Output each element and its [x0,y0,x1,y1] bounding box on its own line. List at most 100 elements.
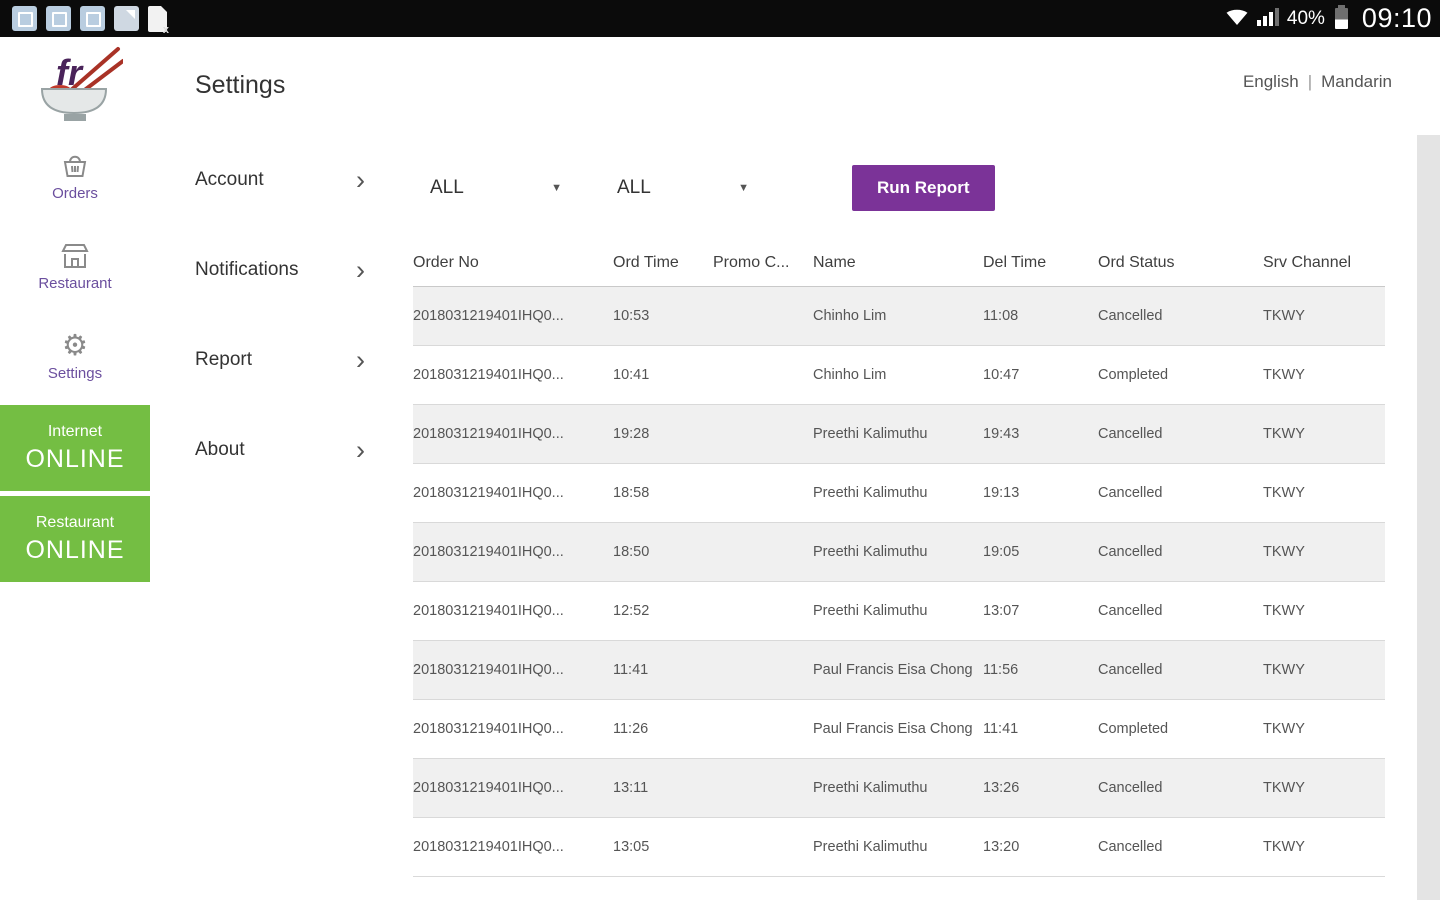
table-row[interactable]: 2018031219401IHQ0... 18:58 Preethi Kalim… [413,464,1385,523]
cell-srv-channel: TKWY [1263,661,1385,680]
status-title: Restaurant [36,514,114,532]
filter-dropdown-2[interactable]: ALL ▼ [617,165,749,211]
cell-ord-status: Cancelled [1098,484,1263,503]
table-row[interactable]: 2018031219401IHQ0... 13:11 Preethi Kalim… [413,759,1385,818]
col-promo-code: Promo C... [713,253,813,274]
cell-order-no: 2018031219401IHQ0... [413,484,613,503]
cell-ord-time: 12:52 [613,602,713,621]
cell-order-no: 2018031219401IHQ0... [413,307,613,326]
col-del-time: Del Time [983,253,1098,274]
filter-value: ALL [617,177,651,199]
sidebar-item-settings[interactable]: ⚙ Settings [0,329,150,385]
app-logo[interactable]: fr [0,45,150,135]
cell-name: Preethi Kalimuthu [813,602,983,621]
cell-srv-channel: TKWY [1263,307,1385,326]
status-bar-system: 40% 09:10 [1225,3,1432,34]
settings-gear-icon: ⚙ [0,329,150,363]
col-srv-channel: Srv Channel [1263,253,1385,274]
cell-ord-time: 19:28 [613,425,713,444]
cell-del-time: 19:43 [983,425,1098,444]
table-row[interactable]: 2018031219401IHQ0... 12:52 Preethi Kalim… [413,582,1385,641]
sidebar-item-orders[interactable]: Orders [0,149,150,205]
page-title: Settings [195,71,385,100]
table-row[interactable]: 2018031219401IHQ0... 11:26 Paul Francis … [413,700,1385,759]
status-bar-notifications [12,6,167,32]
cell-name: Chinho Lim [813,366,983,385]
table-row[interactable]: 2018031219401IHQ0... 10:41 Chinho Lim 10… [413,346,1385,405]
sidebar-item-label: Settings [0,365,150,382]
col-order-no: Order No [413,253,613,274]
cell-ord-status: Completed [1098,720,1263,739]
cell-srv-channel: TKWY [1263,543,1385,562]
table-row[interactable]: 2018031219401IHQ0... 13:05 Preethi Kalim… [413,818,1385,877]
orders-basket-icon [0,149,150,183]
filter-dropdown-1[interactable]: ALL ▼ [430,165,562,211]
menu-item-label: Notifications [195,259,299,281]
table-row[interactable]: 2018031219401IHQ0... 11:41 Paul Francis … [413,641,1385,700]
table-body: 2018031219401IHQ0... 10:53 Chinho Lim 11… [413,287,1385,877]
col-name: Name [813,253,983,274]
cell-ord-time: 11:26 [613,720,713,739]
cell-srv-channel: TKWY [1263,366,1385,385]
screen: 40% 09:10 fr [0,0,1440,900]
table-row[interactable]: 2018031219401IHQ0... 18:50 Preethi Kalim… [413,523,1385,582]
cell-srv-channel: TKWY [1263,838,1385,857]
chevron-right-icon: › [356,347,365,374]
table-row[interactable]: 2018031219401IHQ0... 19:28 Preethi Kalim… [413,405,1385,464]
scrollbar-track[interactable] [1417,135,1440,900]
cell-del-time: 11:08 [983,307,1098,326]
cell-del-time: 13:26 [983,779,1098,798]
cell-srv-channel: TKWY [1263,602,1385,621]
cell-srv-channel: TKWY [1263,779,1385,798]
cell-ord-time: 13:05 [613,838,713,857]
language-option-english[interactable]: English [1243,72,1299,91]
status-title: Internet [48,423,102,441]
cell-srv-channel: TKWY [1263,720,1385,739]
clock: 09:10 [1362,3,1432,34]
col-ord-status: Ord Status [1098,253,1263,274]
filter-value: ALL [430,177,464,199]
cell-del-time: 11:41 [983,720,1098,739]
cell-ord-status: Completed [1098,366,1263,385]
run-report-button[interactable]: Run Report [852,165,995,211]
signal-icon [1257,7,1279,31]
restaurant-store-icon [0,239,150,273]
menu-item-notifications[interactable]: Notifications › [150,225,385,315]
cell-name: Preethi Kalimuthu [813,543,983,562]
cell-ord-time: 11:41 [613,661,713,680]
menu-item-account[interactable]: Account › [150,135,385,225]
sidebar-item-label: Orders [0,185,150,202]
table-header: Order No Ord Time Promo C... Name Del Ti… [413,240,1385,287]
internet-status-badge: Internet ONLINE [0,405,150,491]
cell-ord-time: 10:41 [613,366,713,385]
cell-name: Preethi Kalimuthu [813,484,983,503]
chevron-right-icon: › [356,437,365,464]
cell-name: Preethi Kalimuthu [813,838,983,857]
sidebar-item-restaurant[interactable]: Restaurant [0,239,150,295]
cell-srv-channel: TKWY [1263,425,1385,444]
sidebar: fr Orders [0,37,150,900]
menu-item-label: About [195,439,245,461]
status-state: ONLINE [25,536,124,565]
cell-order-no: 2018031219401IHQ0... [413,779,613,798]
app-notification-icon-1 [12,6,37,31]
cell-del-time: 13:07 [983,602,1098,621]
cell-ord-status: Cancelled [1098,307,1263,326]
report-filters: ALL ▼ ALL ▼ Run Report [430,165,995,211]
cell-order-no: 2018031219401IHQ0... [413,720,613,739]
battery-icon [1335,8,1348,29]
language-option-mandarin[interactable]: Mandarin [1321,72,1392,91]
cell-ord-status: Cancelled [1098,543,1263,562]
menu-item-about[interactable]: About › [150,405,385,495]
cell-ord-status: Cancelled [1098,425,1263,444]
status-state: ONLINE [25,445,124,474]
cell-order-no: 2018031219401IHQ0... [413,602,613,621]
file-error-icon [148,6,167,32]
cell-ord-time: 18:58 [613,484,713,503]
table-row[interactable]: 2018031219401IHQ0... 10:53 Chinho Lim 11… [413,287,1385,346]
col-ord-time: Ord Time [613,253,713,274]
settings-menu: Settings Account › Notifications › Repor… [150,37,385,900]
cell-name: Preethi Kalimuthu [813,779,983,798]
menu-item-report[interactable]: Report › [150,315,385,405]
caret-down-icon: ▼ [551,182,562,194]
